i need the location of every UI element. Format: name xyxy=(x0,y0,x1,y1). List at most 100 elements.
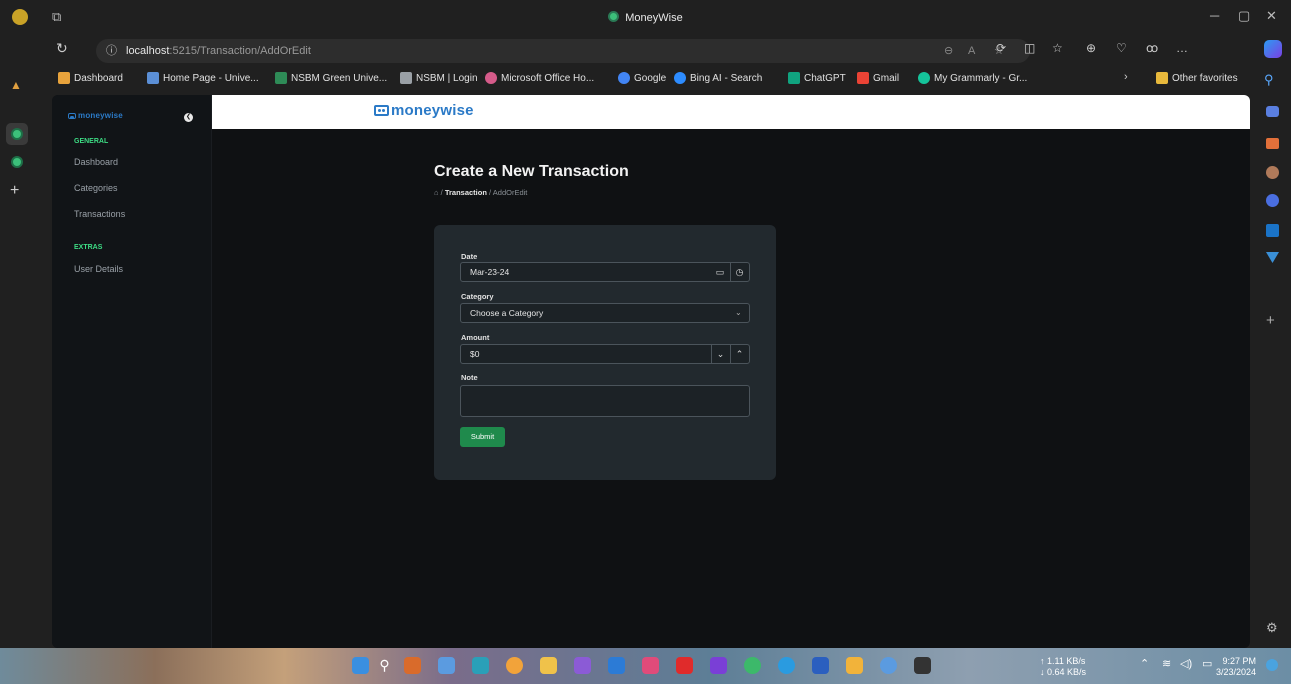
favorite-icon xyxy=(147,72,159,84)
wifi-icon[interactable]: ≋ xyxy=(1162,657,1171,670)
favorite-item[interactable]: Home Page - Unive... xyxy=(147,72,259,84)
favorites-icon[interactable]: ☆ xyxy=(1052,41,1063,55)
add-sidebar-app-button[interactable]: + xyxy=(1266,312,1275,329)
whatsapp-icon[interactable] xyxy=(744,657,761,674)
read-aloud-icon[interactable]: A xyxy=(968,39,975,63)
category-select[interactable]: Choose a Category ⌄ xyxy=(460,303,750,323)
new-tab-button[interactable]: + xyxy=(10,182,19,200)
tag-icon[interactable] xyxy=(1266,106,1279,117)
favorite-item[interactable]: Google xyxy=(618,72,666,84)
app-icon[interactable] xyxy=(404,657,421,674)
favorite-item[interactable]: ChatGPT xyxy=(788,72,846,84)
collections-icon[interactable]: ⊕ xyxy=(1086,41,1096,55)
tools-icon[interactable] xyxy=(1266,138,1279,149)
chevron-right-icon[interactable]: › xyxy=(1124,71,1128,83)
close-window-button[interactable]: ✕ xyxy=(1266,8,1277,24)
tab-favicon-icon[interactable]: ▲ xyxy=(10,78,22,92)
breadcrumb-current: AddOrEdit xyxy=(492,188,528,197)
grammarly-icon xyxy=(918,72,930,84)
copilot-sidebar-icon[interactable] xyxy=(1266,194,1279,207)
send-icon[interactable] xyxy=(1266,252,1279,263)
restore-button[interactable]: ▢ xyxy=(1238,8,1250,24)
start-icon[interactable] xyxy=(352,657,369,674)
note-textarea[interactable] xyxy=(460,385,750,417)
increment-button[interactable]: ⌃ xyxy=(730,345,748,363)
window-title: MoneyWise xyxy=(0,11,1291,24)
site-info-icon[interactable]: ⓘ xyxy=(106,39,117,63)
zoom-icon[interactable]: ⊖ xyxy=(944,39,953,63)
visual-studio-icon[interactable] xyxy=(574,657,591,674)
web-page: moneywise ❮ GENERAL Dashboard Categories… xyxy=(52,95,1250,648)
extensions-icon[interactable]: ⟳ xyxy=(996,41,1006,55)
copilot-icon[interactable] xyxy=(1264,40,1282,58)
collapse-sidebar-button[interactable]: ❮ xyxy=(184,113,193,122)
favorite-item[interactable]: NSBM Green Unive... xyxy=(275,72,387,84)
bing-icon xyxy=(674,72,686,84)
chrome-icon[interactable] xyxy=(506,657,523,674)
favorite-item[interactable]: NSBM | Login xyxy=(400,72,478,84)
favorites-bar: Dashboard Home Page - Unive... NSBM Gree… xyxy=(44,68,1250,90)
chatgpt-icon xyxy=(788,72,800,84)
favorite-item[interactable]: Dashboard xyxy=(58,72,123,84)
sidebar-logo[interactable]: moneywise xyxy=(68,111,123,120)
submit-button[interactable]: Submit xyxy=(460,427,505,447)
more-menu-icon[interactable]: … xyxy=(1176,41,1188,55)
app-icon[interactable] xyxy=(642,657,659,674)
sidebar-item-user-details[interactable]: User Details xyxy=(74,264,123,274)
vertical-tab-rail: ▲ + xyxy=(0,34,36,648)
clock[interactable]: 9:27 PM 3/23/2024 xyxy=(1216,656,1256,678)
people-icon[interactable] xyxy=(1266,166,1279,179)
outlook-icon[interactable] xyxy=(1266,224,1279,237)
profile-icon[interactable]: ꝏ xyxy=(1146,41,1158,55)
favorite-item[interactable]: Microsoft Office Ho... xyxy=(485,72,594,84)
app-icon[interactable] xyxy=(880,657,897,674)
search-icon[interactable]: ⚲ xyxy=(1264,72,1274,88)
moneywise-tab-icon[interactable] xyxy=(11,156,23,168)
chevron-up-icon[interactable]: ⌃ xyxy=(1140,657,1149,670)
notification-bell-icon[interactable] xyxy=(1266,659,1278,671)
search-taskbar-icon[interactable]: ⚲ xyxy=(376,657,393,674)
app-header: moneywise xyxy=(212,95,1250,129)
date-field[interactable]: Mar-23-24 ▭ ◷ xyxy=(460,262,750,282)
favorite-icon xyxy=(275,72,287,84)
sidebar-item-transactions[interactable]: Transactions xyxy=(74,209,125,219)
header-logo[interactable]: moneywise xyxy=(374,102,474,119)
sidebar-item-categories[interactable]: Categories xyxy=(74,183,118,193)
terminal-icon[interactable] xyxy=(914,657,931,674)
refresh-button[interactable]: ↻ xyxy=(56,40,68,57)
vscode-icon[interactable] xyxy=(608,657,625,674)
favorite-item[interactable]: Gmail xyxy=(857,72,899,84)
telegram-icon[interactable] xyxy=(778,657,795,674)
file-explorer-icon[interactable] xyxy=(540,657,557,674)
notepad-icon[interactable] xyxy=(438,657,455,674)
app-icon[interactable] xyxy=(846,657,863,674)
battery-icon[interactable]: ▭ xyxy=(1202,657,1212,670)
calendar-icon[interactable]: ▭ xyxy=(711,263,729,281)
volume-icon[interactable]: ◁) xyxy=(1180,657,1192,670)
app-icon[interactable] xyxy=(710,657,727,674)
amount-field[interactable]: $0 ⌄ ⌃ xyxy=(460,344,750,364)
favorite-item[interactable]: Bing AI - Search xyxy=(674,72,762,84)
nav-row: ↻ ⓘ localhost:5215/Transaction/AddOrEdit… xyxy=(44,38,1291,64)
app-icon[interactable] xyxy=(472,657,489,674)
favorite-item[interactable]: My Grammarly - Gr... xyxy=(918,72,1027,84)
favorite-icon xyxy=(485,72,497,84)
site-favicon-icon xyxy=(608,11,620,22)
clock-icon[interactable]: ◷ xyxy=(730,263,748,281)
minimize-button[interactable]: ─ xyxy=(1210,8,1219,23)
home-icon[interactable]: ⌂ xyxy=(434,188,439,197)
other-favorites[interactable]: Other favorites xyxy=(1156,72,1238,84)
sidebar-item-dashboard[interactable]: Dashboard xyxy=(74,157,118,167)
address-bar[interactable]: ⓘ localhost:5215/Transaction/AddOrEdit ⊖… xyxy=(96,39,1030,63)
youtube-icon[interactable] xyxy=(676,657,693,674)
note-label: Note xyxy=(461,373,478,382)
settings-gear-icon[interactable]: ⚙ xyxy=(1266,620,1278,636)
google-icon xyxy=(618,72,630,84)
decrement-button[interactable]: ⌄ xyxy=(711,345,729,363)
transaction-form-card: Date Mar-23-24 ▭ ◷ Category Choose a Cat… xyxy=(434,225,776,480)
performance-icon[interactable]: ♡ xyxy=(1116,41,1127,55)
breadcrumb-transaction[interactable]: Transaction xyxy=(445,188,487,197)
browser-window: ⧉ MoneyWise ─ ▢ ✕ ← ↻ ⓘ localhost:5215/T… xyxy=(0,0,1291,684)
word-icon[interactable] xyxy=(812,657,829,674)
split-screen-icon[interactable]: ◫ xyxy=(1024,41,1035,55)
